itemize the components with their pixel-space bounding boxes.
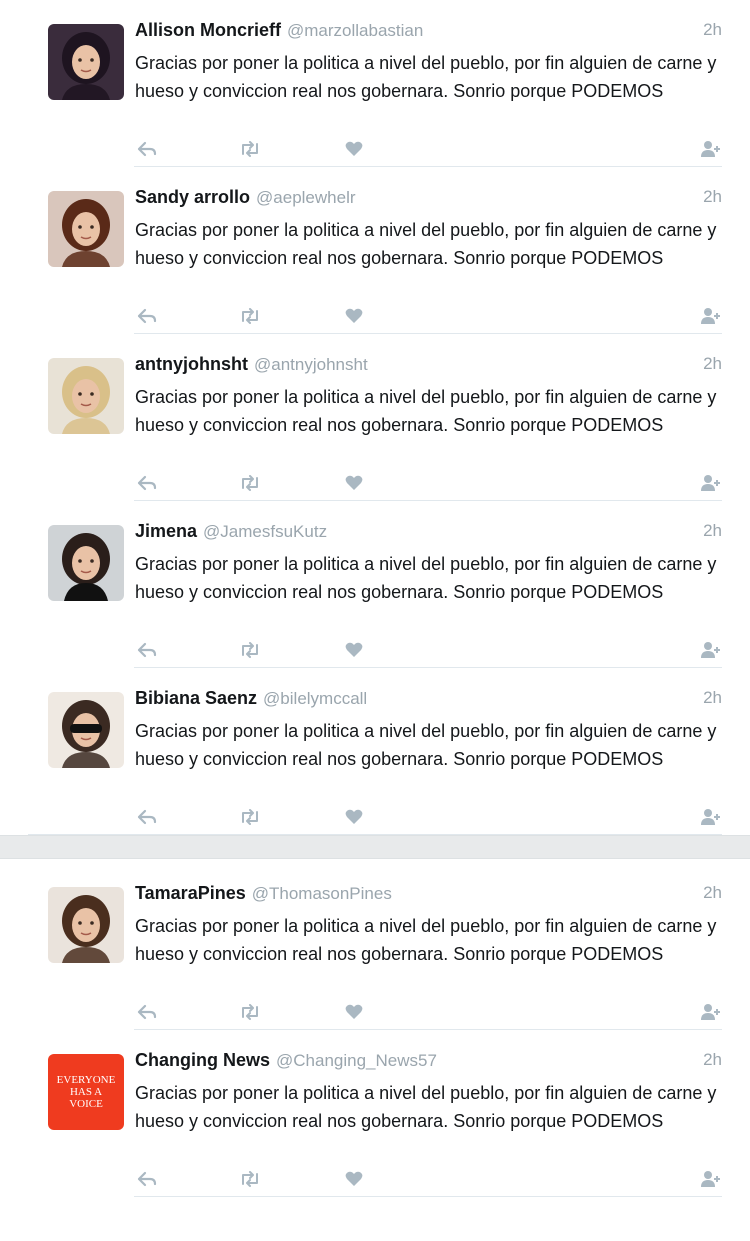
tweet-actions xyxy=(135,138,722,162)
tweet-actions xyxy=(135,472,722,496)
like-icon[interactable] xyxy=(345,305,363,327)
tweet[interactable]: Bibiana Saenz @bilelymccall 2h Gracias po… xyxy=(0,668,750,835)
user-handle[interactable]: @bilelymccall xyxy=(263,689,367,708)
reply-icon[interactable] xyxy=(137,639,157,661)
tweet-timestamp[interactable]: 2h xyxy=(703,883,722,903)
tweet-header: Sandy arrollo @aeplewhelr 2h xyxy=(135,187,722,215)
reply-icon[interactable] xyxy=(137,1001,157,1023)
reply-icon[interactable] xyxy=(137,138,157,160)
user-name[interactable]: Jimena xyxy=(135,521,197,541)
tweet-header: Jimena @JamesfsuKutz 2h xyxy=(135,521,722,549)
tweet-text: Gracias por poner la politica a nivel de… xyxy=(135,220,717,268)
timeline: Allison Moncrieff @marzollabastian 2h Gra… xyxy=(0,0,750,1197)
tweet-divider xyxy=(134,1196,722,1197)
tweet-actions xyxy=(135,1168,722,1192)
tweet-header: Bibiana Saenz @bilelymccall 2h xyxy=(135,688,722,716)
user-name[interactable]: Bibiana Saenz xyxy=(135,688,257,708)
tweet-header: TamaraPines @ThomasonPines 2h xyxy=(135,883,722,911)
user-name[interactable]: antnyjohnsht xyxy=(135,354,248,374)
retweet-icon[interactable] xyxy=(239,138,261,160)
avatar[interactable] xyxy=(48,24,124,100)
tweet[interactable]: antnyjohnsht @antnyjohnsht 2h Gracias por… xyxy=(0,334,750,501)
tweet-actions xyxy=(135,1001,722,1025)
retweet-icon[interactable] xyxy=(239,305,261,327)
tweet-text: Gracias por poner la politica a nivel de… xyxy=(135,53,717,101)
follow-icon[interactable] xyxy=(700,472,722,494)
tweet-text: Gracias por poner la politica a nivel de… xyxy=(135,721,717,769)
tweet-actions xyxy=(135,305,722,329)
tweet-actions xyxy=(135,639,722,663)
user-name[interactable]: Changing News xyxy=(135,1050,270,1070)
tweet-text: Gracias por poner la politica a nivel de… xyxy=(135,916,717,964)
follow-icon[interactable] xyxy=(700,1168,722,1190)
tweet-text: Gracias por poner la politica a nivel de… xyxy=(135,554,717,602)
tweet-text: Gracias por poner la politica a nivel de… xyxy=(135,1083,717,1131)
retweet-icon[interactable] xyxy=(239,1001,261,1023)
user-name[interactable]: Allison Moncrieff xyxy=(135,20,281,40)
user-name[interactable]: Sandy arrollo xyxy=(135,187,250,207)
follow-icon[interactable] xyxy=(700,138,722,160)
follow-icon[interactable] xyxy=(700,305,722,327)
timeline-separator xyxy=(0,835,750,859)
user-handle[interactable]: @JamesfsuKutz xyxy=(203,522,327,541)
tweet-timestamp[interactable]: 2h xyxy=(703,20,722,40)
tweet-timestamp[interactable]: 2h xyxy=(703,187,722,207)
avatar[interactable] xyxy=(48,191,124,267)
reply-icon[interactable] xyxy=(137,806,157,828)
user-handle[interactable]: @Changing_News57 xyxy=(276,1051,437,1070)
like-icon[interactable] xyxy=(345,472,363,494)
reply-icon[interactable] xyxy=(137,472,157,494)
avatar-logo-text: Everyone Has A Voice xyxy=(56,1074,116,1110)
avatar[interactable] xyxy=(48,358,124,434)
tweet-header: Allison Moncrieff @marzollabastian 2h xyxy=(135,20,722,48)
like-icon[interactable] xyxy=(345,1168,363,1190)
user-name[interactable]: TamaraPines xyxy=(135,883,246,903)
like-icon[interactable] xyxy=(345,806,363,828)
tweet[interactable]: Jimena @JamesfsuKutz 2h Gracias por poner… xyxy=(0,501,750,668)
follow-icon[interactable] xyxy=(700,806,722,828)
tweet[interactable]: TamaraPines @ThomasonPines 2h Gracias por… xyxy=(0,863,750,1030)
retweet-icon[interactable] xyxy=(239,639,261,661)
tweet-timestamp[interactable]: 2h xyxy=(703,1050,722,1070)
tweet[interactable]: Sandy arrollo @aeplewhelr 2h Gracias por … xyxy=(0,167,750,334)
tweet-timestamp[interactable]: 2h xyxy=(703,521,722,541)
user-handle[interactable]: @antnyjohnsht xyxy=(254,355,368,374)
tweet-group: Allison Moncrieff @marzollabastian 2h Gra… xyxy=(0,0,750,835)
like-icon[interactable] xyxy=(345,639,363,661)
tweet-text: Gracias por poner la politica a nivel de… xyxy=(135,387,717,435)
retweet-icon[interactable] xyxy=(239,806,261,828)
tweet[interactable]: Everyone Has A Voice Changing News @Chang… xyxy=(0,1030,750,1197)
tweet-group: TamaraPines @ThomasonPines 2h Gracias por… xyxy=(0,863,750,1197)
tweet-header: antnyjohnsht @antnyjohnsht 2h xyxy=(135,354,722,382)
tweet-timestamp[interactable]: 2h xyxy=(703,354,722,374)
like-icon[interactable] xyxy=(345,138,363,160)
tweet-divider xyxy=(28,834,722,835)
tweet-timestamp[interactable]: 2h xyxy=(703,688,722,708)
user-handle[interactable]: @ThomasonPines xyxy=(252,884,392,903)
reply-icon[interactable] xyxy=(137,1168,157,1190)
follow-icon[interactable] xyxy=(700,1001,722,1023)
follow-icon[interactable] xyxy=(700,639,722,661)
user-handle[interactable]: @aeplewhelr xyxy=(256,188,355,207)
like-icon[interactable] xyxy=(345,1001,363,1023)
user-handle[interactable]: @marzollabastian xyxy=(287,21,423,40)
avatar[interactable] xyxy=(48,887,124,963)
retweet-icon[interactable] xyxy=(239,472,261,494)
tweet-actions xyxy=(135,806,722,830)
avatar[interactable]: Everyone Has A Voice xyxy=(48,1054,124,1130)
avatar[interactable] xyxy=(48,525,124,601)
retweet-icon[interactable] xyxy=(239,1168,261,1190)
tweet[interactable]: Allison Moncrieff @marzollabastian 2h Gra… xyxy=(0,0,750,167)
avatar[interactable] xyxy=(48,692,124,768)
tweet-header: Changing News @Changing_News57 2h xyxy=(135,1050,722,1078)
reply-icon[interactable] xyxy=(137,305,157,327)
